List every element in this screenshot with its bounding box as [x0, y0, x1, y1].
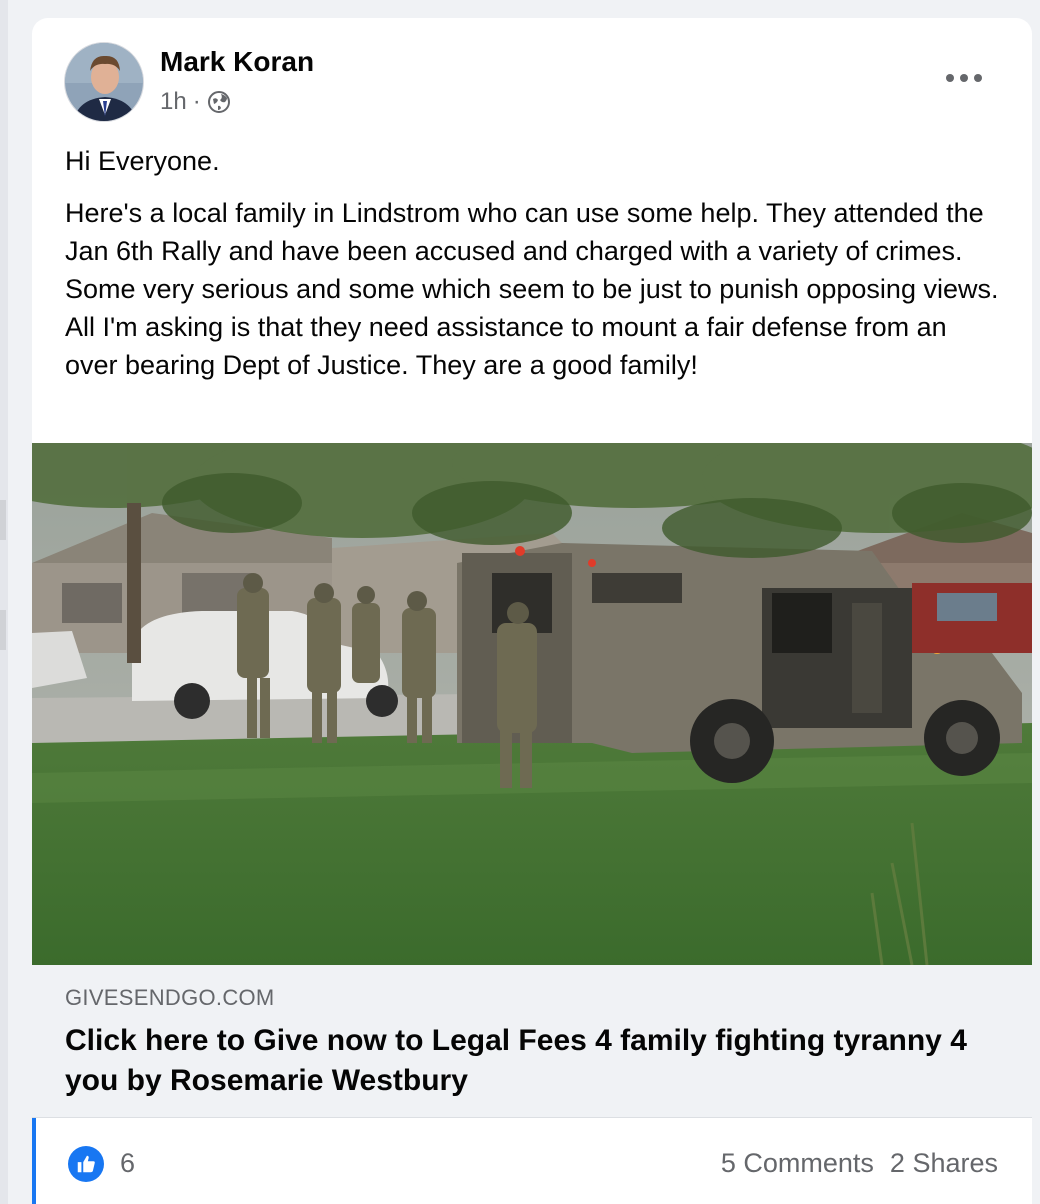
link-domain: GIVESENDGO.COM [65, 985, 275, 1010]
shares-count[interactable]: 2 Shares [890, 1148, 998, 1179]
meta-separator: · [192, 88, 201, 115]
post-stats: 6 5 Comments 2 Shares [32, 1117, 1032, 1204]
post-photo[interactable] [32, 418, 1032, 966]
link-preview[interactable]: GIVESENDGO.COM Click here to Give now to… [32, 965, 1032, 1117]
more-options-button[interactable] [946, 66, 982, 90]
engagement-counts: 5 Comments 2 Shares [721, 1148, 998, 1179]
post-header: Mark Koran 1h · [32, 18, 1032, 138]
dot [960, 74, 968, 82]
post-greeting: Hi Everyone. [65, 146, 220, 176]
post-time[interactable]: 1h [160, 88, 187, 116]
post-message: Here's a local family in Lindstrom who c… [65, 198, 999, 380]
author-name[interactable]: Mark Koran [160, 46, 314, 78]
avatar[interactable] [64, 42, 144, 122]
post-card: Mark Koran 1h · Hi Everyone. Here's a lo… [32, 18, 1032, 1204]
link-title[interactable]: Click here to Give now to Legal Fees 4 f… [65, 1021, 985, 1101]
comments-count[interactable]: 5 Comments [721, 1148, 874, 1179]
edge-marker [0, 500, 6, 540]
focus-accent [32, 1118, 36, 1204]
post-meta: 1h · [160, 88, 231, 116]
page-edge [0, 0, 8, 1204]
globe-icon[interactable] [207, 90, 231, 114]
post-text: Hi Everyone. Here's a local family in Li… [65, 142, 1005, 398]
like-icon[interactable] [68, 1146, 104, 1182]
dot [974, 74, 982, 82]
edge-marker [0, 610, 6, 650]
like-count[interactable]: 6 [120, 1148, 135, 1179]
dot [946, 74, 954, 82]
